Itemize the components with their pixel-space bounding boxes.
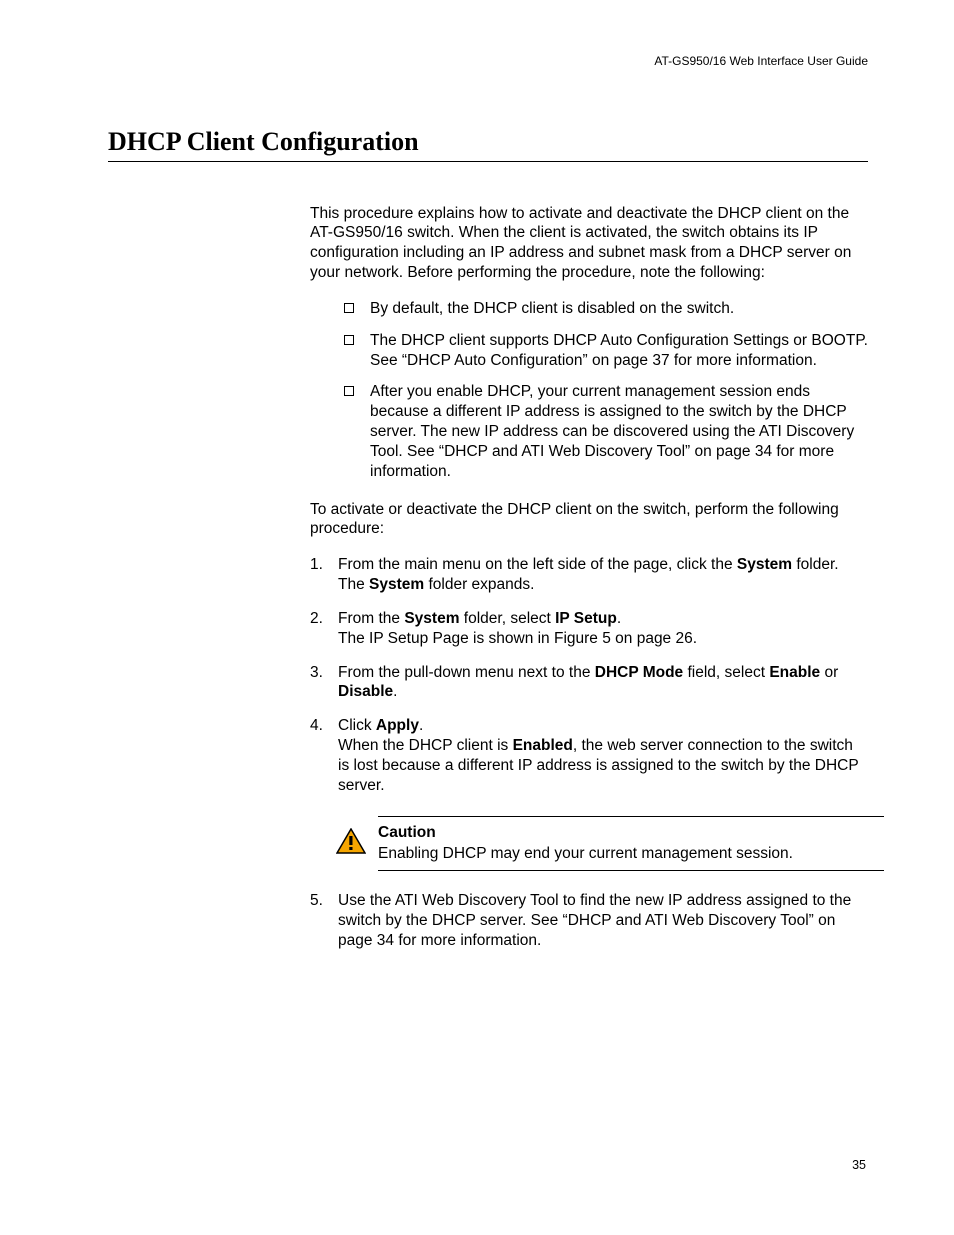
step-3: From the pull-down menu next to the DHCP… — [310, 663, 868, 703]
step-2: From the System folder, select IP Setup.… — [310, 609, 868, 649]
bold-apply: Apply — [376, 717, 419, 734]
intro-paragraph: This procedure explains how to activate … — [310, 204, 868, 283]
text: The IP Setup Page is shown in Figure 5 o… — [338, 630, 697, 647]
text: The — [338, 576, 369, 593]
bold-system: System — [369, 576, 424, 593]
step-1: From the main menu on the left side of t… — [310, 555, 868, 595]
caution-block: Caution Enabling DHCP may end your curre… — [340, 816, 868, 872]
rule — [378, 870, 884, 871]
text: folder expands. — [424, 576, 534, 593]
body-content: This procedure explains how to activate … — [310, 204, 868, 951]
page-number: 35 — [852, 1157, 866, 1173]
bold-enable: Enable — [769, 664, 820, 681]
text: . — [617, 610, 621, 627]
note-list: By default, the DHCP client is disabled … — [310, 299, 868, 482]
text: When the DHCP client is — [338, 737, 513, 754]
caution-text: Enabling DHCP may end your current manag… — [378, 844, 868, 864]
running-head: AT-GS950/16 Web Interface User Guide — [108, 54, 868, 69]
step-5: Use the ATI Web Discovery Tool to find t… — [310, 891, 868, 950]
text: Click — [338, 717, 376, 734]
text: folder, select — [459, 610, 555, 627]
page-title: DHCP Client Configuration — [108, 125, 868, 161]
text: . — [393, 683, 397, 700]
rule — [378, 816, 884, 817]
warning-icon — [336, 828, 366, 854]
bold-system: System — [737, 556, 792, 573]
bold-system: System — [404, 610, 459, 627]
text: field, select — [683, 664, 769, 681]
text: or — [820, 664, 838, 681]
bold-enabled: Enabled — [513, 737, 573, 754]
caution-label: Caution — [378, 823, 868, 843]
bold-disable: Disable — [338, 683, 393, 700]
step-4: Click Apply. When the DHCP client is Ena… — [310, 716, 868, 871]
text: . — [419, 717, 423, 734]
text: folder. — [792, 556, 839, 573]
text: From the — [338, 610, 404, 627]
text: From the main menu on the left side of t… — [338, 556, 737, 573]
procedure-steps: From the main menu on the left side of t… — [310, 555, 868, 950]
note-item: By default, the DHCP client is disabled … — [344, 299, 868, 319]
text: From the pull-down menu next to the — [338, 664, 595, 681]
bold-dhcp-mode: DHCP Mode — [595, 664, 683, 681]
note-item: The DHCP client supports DHCP Auto Confi… — [344, 331, 868, 371]
bold-ip-setup: IP Setup — [555, 610, 617, 627]
procedure-intro: To activate or deactivate the DHCP clien… — [310, 500, 868, 540]
note-item: After you enable DHCP, your current mana… — [344, 382, 868, 481]
